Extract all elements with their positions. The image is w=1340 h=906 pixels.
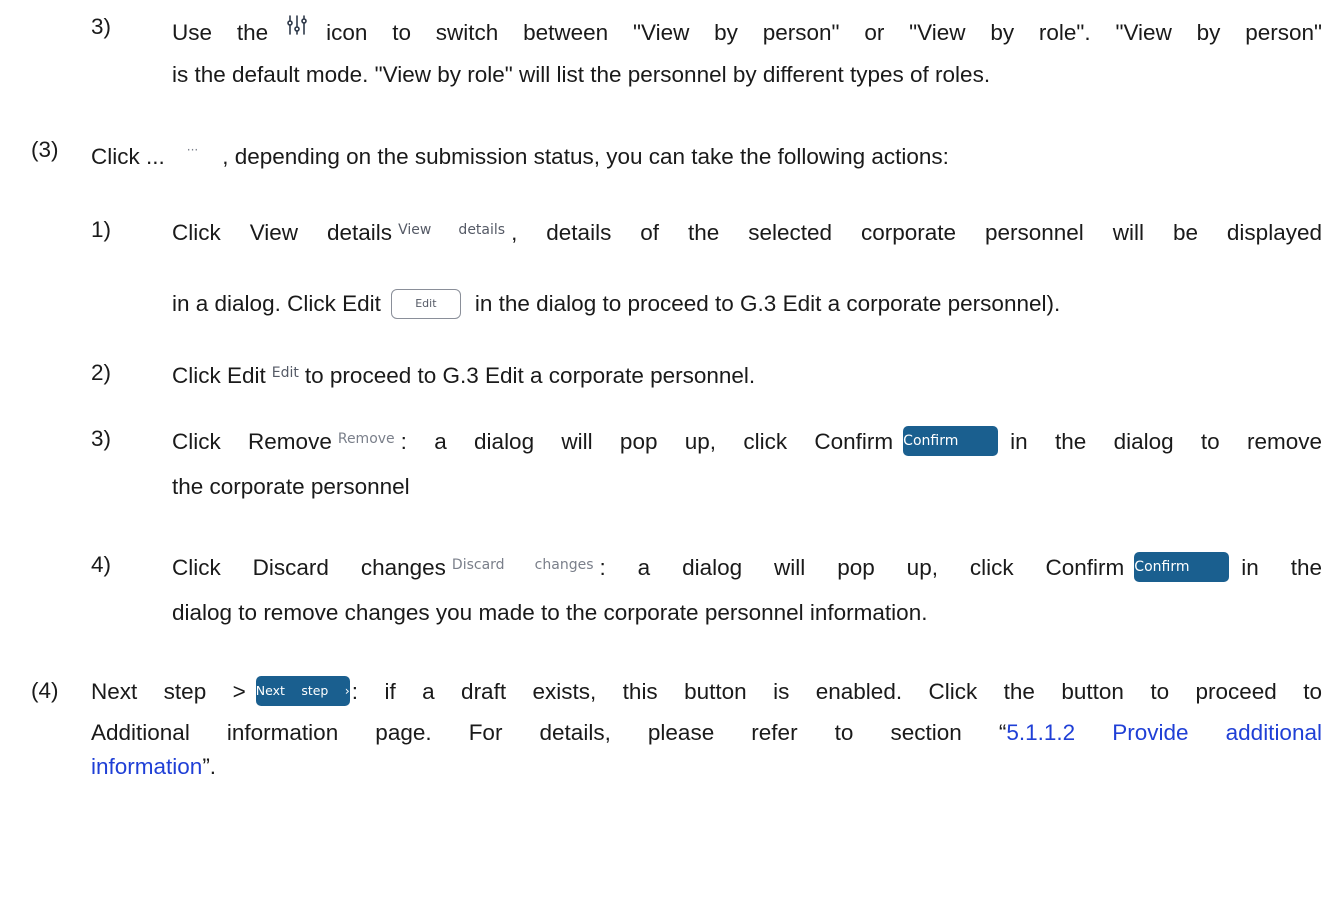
filter-sliders-icon: [282, 12, 312, 42]
paragraph-line: Next step > Next step ›: if a draft exist…: [91, 676, 1322, 707]
section-link[interactable]: 5.1.1.2 Provide additional: [1006, 720, 1322, 745]
step-number: (3): [31, 137, 59, 162]
item-number: 4): [91, 552, 112, 577]
paragraph-line: the corporate personnel: [172, 474, 410, 499]
paragraph-line: Additional information page. For details…: [91, 720, 1322, 745]
paragraph-line: is the default mode. "View by role" will…: [172, 62, 991, 87]
edit-button-snapshot: Edit: [390, 289, 461, 319]
paragraph-line: in a dialog. Click Edit Edit in the dialog…: [172, 289, 1060, 319]
item-number: 3): [91, 426, 112, 451]
remove-label: Remove: [337, 431, 395, 447]
item-number: 2): [91, 360, 112, 385]
item-number: 3): [91, 14, 112, 39]
paragraph-line: Click Remove Remove: a dialog will pop up…: [172, 424, 1322, 457]
paragraph-line: dialog to remove changes you made to the…: [172, 600, 928, 625]
discard-changes-label: Discard changes: [451, 557, 594, 573]
item-number: 1): [91, 217, 112, 242]
paragraph-line: Click Discard changes Discard changes: a …: [172, 550, 1322, 583]
edit-label: Edit: [271, 365, 299, 381]
view-details-label: View details: [398, 222, 506, 238]
section-link[interactable]: information: [91, 754, 202, 779]
step-number: (4): [31, 678, 59, 703]
paragraph-line: Click ... ···, depending on the submissio…: [91, 135, 949, 172]
paragraph-line: Click Edit Edit to proceed to G.3 Edit a c…: [172, 363, 756, 388]
confirm-button-snapshot: Confirm: [1134, 552, 1230, 582]
paragraph-line: information”.: [91, 754, 217, 779]
confirm-button-snapshot: Confirm: [903, 426, 999, 456]
more-options-icon: ···: [186, 143, 199, 157]
paragraph-line: Click View details View details, details …: [172, 220, 1322, 245]
paragraph-line: Use the icon to switch between "View by …: [172, 12, 1322, 48]
next-step-button-snapshot: Next step ›: [255, 676, 350, 706]
